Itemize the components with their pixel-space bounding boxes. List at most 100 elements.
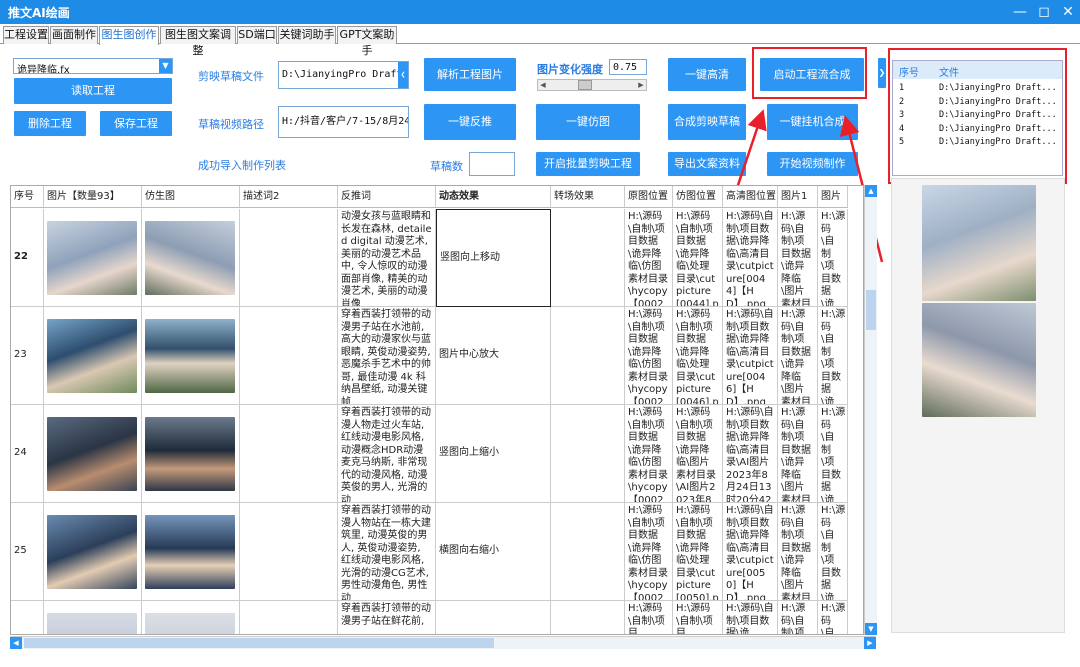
delete-project-button[interactable]: 删除工程 bbox=[14, 111, 86, 136]
batch-jianying-button[interactable]: 开启批量剪映工程 bbox=[536, 152, 640, 176]
arrow-right-icon[interactable]: ▶ bbox=[636, 80, 646, 90]
empty-cell[interactable] bbox=[551, 209, 625, 307]
chevron-left-icon[interactable]: ❮ bbox=[398, 62, 408, 88]
imitation-image-cell[interactable] bbox=[142, 307, 240, 405]
listview-row-file[interactable]: D:\JianyingPro Draft... bbox=[939, 110, 1057, 120]
cell-p1[interactable]: H:\源码\自制\项目数据\诡异降临\图片素材目录\AI图片2023年8月2 bbox=[778, 307, 818, 405]
listview-row-file[interactable]: D:\JianyingPro Draft... bbox=[939, 97, 1057, 107]
production-table[interactable]: 序号 图片【数量93】 仿生图 描述词2 反推词 动态效果 转场效果 原图位置 仿图位置 高清图位… bbox=[10, 185, 864, 635]
draft-file-input[interactable]: D:\JianyingPro Drafts\诡 ❮ bbox=[278, 61, 409, 89]
row-number-cell[interactable]: 24 bbox=[11, 405, 44, 503]
empty-cell[interactable] bbox=[240, 601, 338, 634]
vertical-scroll-thumb[interactable] bbox=[866, 290, 876, 330]
cell-p1[interactable]: H:\源码\自制\项目数据\诡异降临\图片素材目录\AI图片2023年8月2 bbox=[778, 209, 818, 307]
table-vertical-scrollbar[interactable]: ▲ ▼ bbox=[864, 185, 877, 635]
tab-img2img-text[interactable]: 图生图文案调整 bbox=[160, 26, 236, 57]
compose-jianying-button[interactable]: 合成剪映草稿 bbox=[668, 104, 746, 140]
cell-p2[interactable]: H:\源码\自制\项目数据\诡异降临\图片素材目录\AI图片2023年8月 bbox=[818, 307, 848, 405]
cell-effect[interactable]: 图片中心放大 bbox=[436, 307, 551, 405]
scroll-left-icon[interactable]: ◀ bbox=[10, 637, 22, 649]
row-number-cell[interactable]: 23 bbox=[11, 307, 44, 405]
row-number-cell[interactable] bbox=[11, 601, 44, 634]
cell-orig[interactable]: H:\源码\自制\项目数据\诡异降临\仿图素材目录\hycopy【00024】.… bbox=[625, 405, 673, 503]
cell-prompt[interactable]: 动漫女孩与蓝眼睛和长发在森林, detailed digital 动漫艺术, 美… bbox=[338, 209, 436, 307]
imitation-image-cell[interactable] bbox=[142, 405, 240, 503]
chevron-right-icon[interactable]: ❯ bbox=[878, 58, 886, 88]
cell-hd[interactable]: H:\源码\自制\项目数据\诡 bbox=[723, 601, 778, 634]
strength-slider[interactable]: ◀ ▶ bbox=[537, 79, 647, 91]
cell-imit[interactable]: H:\源码\自制\项目数据\诡异降临\处理目录\cutpicture[0050]… bbox=[673, 503, 723, 601]
imitation-image-cell[interactable] bbox=[142, 209, 240, 307]
cell-p1[interactable]: H:\源码\自制\项目 bbox=[778, 601, 818, 634]
one-click-hd-button[interactable]: 一键高清 bbox=[668, 58, 746, 91]
export-text-button[interactable]: 导出文案资料 bbox=[668, 152, 746, 176]
close-icon[interactable]: ✕ bbox=[1058, 2, 1078, 22]
column-header[interactable]: 图片1 bbox=[778, 186, 818, 208]
original-image-cell[interactable] bbox=[44, 601, 142, 634]
column-header[interactable]: 图片【数量93】 bbox=[44, 186, 142, 208]
column-header[interactable]: 转场效果 bbox=[551, 186, 625, 208]
column-header[interactable]: 仿图位置 bbox=[673, 186, 723, 208]
horizontal-scroll-thumb[interactable] bbox=[24, 638, 494, 648]
project-dropdown[interactable]: 诡异降临.fx ▼ bbox=[13, 58, 173, 74]
draft-count-input[interactable] bbox=[469, 152, 515, 176]
scroll-down-icon[interactable]: ▼ bbox=[865, 623, 877, 635]
start-video-button[interactable]: 开始视频制作 bbox=[767, 152, 858, 176]
empty-cell[interactable] bbox=[240, 405, 338, 503]
listview-row-num[interactable]: 4 bbox=[899, 124, 904, 134]
parse-images-button[interactable]: 解析工程图片 bbox=[424, 58, 516, 91]
maximize-icon[interactable]: ◻ bbox=[1034, 2, 1054, 22]
empty-cell[interactable] bbox=[240, 209, 338, 307]
cell-p2[interactable]: H:\源码\自制\项目数据\诡异降临\图片素材目录\AI图片2023年8月 bbox=[818, 209, 848, 307]
one-click-reverse-button[interactable]: 一键反推 bbox=[424, 104, 516, 140]
scroll-right-icon[interactable]: ▶ bbox=[864, 637, 876, 649]
empty-cell[interactable] bbox=[551, 503, 625, 601]
chevron-down-icon[interactable]: ▼ bbox=[159, 59, 172, 73]
column-header[interactable]: 动态效果 bbox=[436, 186, 551, 208]
column-header[interactable]: 序号 bbox=[11, 186, 44, 208]
cell-effect[interactable]: 横图向右缩小 bbox=[436, 503, 551, 601]
minimize-icon[interactable]: — bbox=[1010, 2, 1030, 22]
arrow-left-icon[interactable]: ◀ bbox=[538, 80, 548, 90]
column-header[interactable]: 仿生图 bbox=[142, 186, 240, 208]
listview-row-num[interactable]: 1 bbox=[899, 83, 904, 93]
cell-orig[interactable]: H:\源码\自制\项目 bbox=[625, 601, 673, 634]
cell-hd[interactable]: H:\源码\自制\项目数据\诡异降临\高清目录\cutpicture[0044]… bbox=[723, 209, 778, 307]
original-image-cell[interactable] bbox=[44, 209, 142, 307]
cell-prompt[interactable]: 穿着西装打领带的动漫男子站在鲜花前, bbox=[338, 601, 436, 634]
listview-row-num[interactable]: 3 bbox=[899, 110, 904, 120]
cell-hd[interactable]: H:\源码\自制\项目数据\诡异降临\高清目录\cutpicture[0050]… bbox=[723, 503, 778, 601]
cell-p2[interactable]: H:\源码\自制\项 bbox=[818, 601, 848, 634]
cell-p2[interactable]: H:\源码\自制\项目数据\诡异降临\图片素材目录\AI图片2023年8月 bbox=[818, 503, 848, 601]
cell-effect[interactable] bbox=[436, 601, 551, 634]
cell-imit[interactable]: H:\源码\自制\项目数据\诡异降临\处理目录\cutpicture[0044]… bbox=[673, 209, 723, 307]
column-header[interactable]: 图片 bbox=[818, 186, 848, 208]
cell-imit[interactable]: H:\源码\自制\项目数据\诡异降临\图片素材目录\AI图片2023年8月2 bbox=[673, 405, 723, 503]
tab-sd-port[interactable]: SD端口 bbox=[237, 26, 277, 44]
column-header[interactable]: 描述词2 bbox=[240, 186, 338, 208]
cell-orig[interactable]: H:\源码\自制\项目数据\诡异降临\仿图素材目录\hycopy【00023】.… bbox=[625, 307, 673, 405]
empty-cell[interactable] bbox=[551, 405, 625, 503]
cell-orig[interactable]: H:\源码\自制\项目数据\诡异降临\仿图素材目录\hycopy【00025】.… bbox=[625, 503, 673, 601]
row-number-cell[interactable]: 22 bbox=[11, 209, 44, 307]
tab-keyword-helper[interactable]: 关键词助手 bbox=[278, 26, 336, 44]
one-click-imitate-button[interactable]: 一键仿图 bbox=[536, 104, 640, 140]
column-header[interactable]: 高清图位置 bbox=[723, 186, 778, 208]
video-path-input[interactable]: H:/抖音/客户/7-15/8月24日. bbox=[278, 106, 409, 138]
cell-effect[interactable]: 竖图向上缩小 bbox=[436, 405, 551, 503]
listview-row-file[interactable]: D:\JianyingPro Draft... bbox=[939, 83, 1057, 93]
cell-prompt[interactable]: 穿着西装打领带的动漫男子站在水池前, 高大的动漫家伙与蓝眼睛, 英俊动漫姿势, … bbox=[338, 307, 436, 405]
cell-effect[interactable]: 竖图向上移动 bbox=[436, 209, 551, 307]
hang-compose-button[interactable]: 一键挂机合成 bbox=[767, 104, 858, 140]
imitation-image-cell[interactable] bbox=[142, 503, 240, 601]
cell-hd[interactable]: H:\源码\自制\项目数据\诡异降临\高清目录\AI图片2023年8月24日13… bbox=[723, 405, 778, 503]
tab-project-settings[interactable]: 工程设置 bbox=[3, 26, 49, 44]
tab-img2img[interactable]: 图生图创作 bbox=[99, 26, 159, 45]
empty-cell[interactable] bbox=[240, 307, 338, 405]
tab-gpt-helper[interactable]: GPT文案助手 bbox=[337, 26, 397, 57]
cell-prompt[interactable]: 穿着西装打领带的动漫人物站在一栋大建筑里, 动漫英俊的男人, 英俊动漫姿势, 红… bbox=[338, 503, 436, 601]
original-image-cell[interactable] bbox=[44, 405, 142, 503]
cell-hd[interactable]: H:\源码\自制\项目数据\诡异降临\高清目录\cutpicture[0046]… bbox=[723, 307, 778, 405]
cell-p2[interactable]: H:\源码\自制\项目数据\诡异降临\图片素材目录\AI图片2023年8月 bbox=[818, 405, 848, 503]
cell-p1[interactable]: H:\源码\自制\项目数据\诡异降临\图片素材目录\AI图片2023年8月2 bbox=[778, 405, 818, 503]
